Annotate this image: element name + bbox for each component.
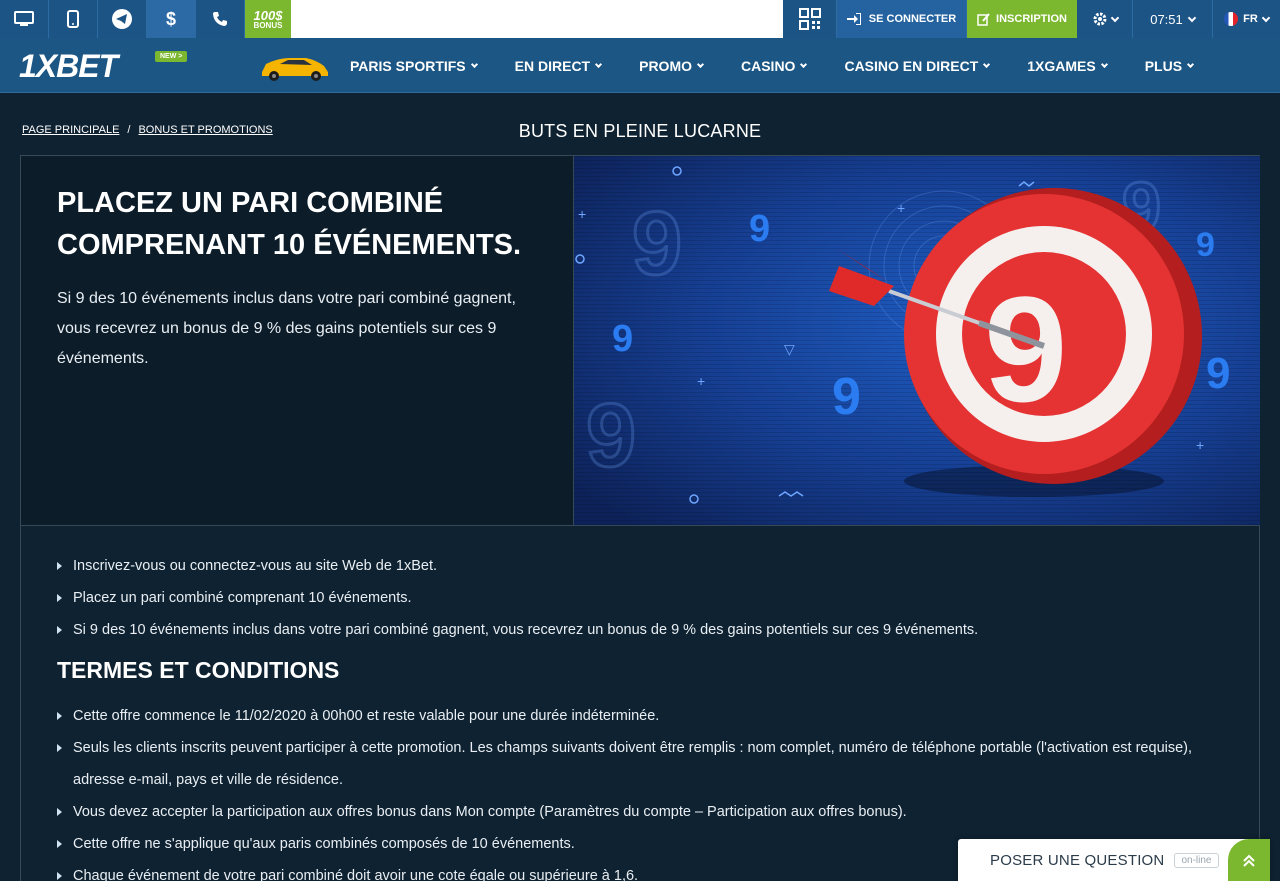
chevron-down-icon bbox=[1187, 60, 1195, 68]
nav-item-paris-sportifs[interactable]: PARIS SPORTIFS bbox=[350, 57, 478, 74]
terms-title: TERMES ET CONDITIONS bbox=[57, 657, 340, 683]
nav-item-en-direct[interactable]: EN DIRECT bbox=[514, 57, 603, 74]
svg-text:9: 9 bbox=[586, 386, 636, 486]
svg-text:9: 9 bbox=[749, 208, 770, 250]
telegram-icon[interactable] bbox=[98, 0, 147, 38]
expand-chat-button[interactable] bbox=[1228, 839, 1270, 881]
svg-text:+: + bbox=[1196, 437, 1204, 453]
hero-dartboard-image: 9 9 9 9 9 9 9 9 + + + + ▽ 9 bbox=[574, 156, 1260, 526]
settings-button[interactable] bbox=[1077, 0, 1133, 38]
nav-item-label: PLUS bbox=[1144, 57, 1183, 74]
nav-item-label: CASINO EN DIRECT bbox=[844, 57, 979, 74]
nav-item-1xgames[interactable]: 1XGAMES bbox=[1027, 57, 1108, 74]
bonus-amount: 100$ bbox=[253, 7, 283, 23]
login-label: SE CONNECTER bbox=[868, 13, 957, 25]
list-item: Si 9 des 10 événements inclus dans votre… bbox=[57, 614, 1237, 646]
nav-item-casino[interactable]: CASINO bbox=[741, 57, 808, 74]
phone-icon[interactable] bbox=[196, 0, 245, 38]
nav-item-casino-en-direct[interactable]: CASINO EN DIRECT bbox=[844, 57, 991, 74]
online-status-badge: on-line bbox=[1174, 852, 1219, 868]
signup-button[interactable]: INSCRIPTION bbox=[967, 0, 1077, 38]
breadcrumb-section-link[interactable]: BONUS ET PROMOTIONS bbox=[138, 124, 272, 136]
nav-item-plus[interactable]: PLUS bbox=[1144, 57, 1195, 74]
svg-text:+: + bbox=[697, 373, 705, 389]
bonus-button[interactable]: 100$ BONUS bbox=[245, 0, 291, 38]
chevron-down-icon bbox=[595, 60, 603, 68]
nav-item-label: PARIS SPORTIFS bbox=[350, 57, 466, 74]
chevron-down-icon bbox=[1187, 13, 1197, 22]
edit-icon bbox=[977, 12, 990, 26]
chevron-down-icon bbox=[470, 60, 478, 68]
chevron-down-icon bbox=[696, 60, 705, 68]
desktop-icon[interactable] bbox=[0, 0, 49, 38]
ask-question-label: POSER UNE QUESTION bbox=[990, 851, 1165, 869]
list-item: Inscrivez-vous ou connectez-vous au site… bbox=[57, 550, 1237, 582]
promo-content-box: PLACEZ UN PARI COMBINÉ COMPRENANT 10 ÉVÉ… bbox=[20, 155, 1260, 881]
logo[interactable]: 1XBET bbox=[19, 48, 118, 85]
svg-text:9: 9 bbox=[1206, 349, 1230, 398]
dollar-icon[interactable]: $ bbox=[147, 0, 196, 38]
ask-question-widget[interactable]: POSER UNE QUESTION on-line bbox=[958, 839, 1270, 881]
svg-text:9: 9 bbox=[1196, 226, 1215, 264]
breadcrumb: PAGE PRINCIPALE / BONUS ET PROMOTIONS bbox=[22, 124, 273, 136]
breadcrumb-separator: / bbox=[127, 124, 131, 136]
mobile-icon[interactable] bbox=[49, 0, 98, 38]
chevron-down-icon bbox=[800, 60, 808, 68]
hero-title: PLACEZ UN PARI COMBINÉ COMPRENANT 10 ÉVÉ… bbox=[57, 187, 522, 261]
chevron-down-icon bbox=[983, 60, 991, 68]
login-button[interactable]: SE CONNECTER bbox=[837, 0, 967, 38]
nav-menu: PARIS SPORTIFS EN DIRECT PROMO CASINO CA… bbox=[350, 38, 1231, 93]
list-item: Cette offre commence le 11/02/2020 à 00h… bbox=[57, 700, 1237, 732]
nav-item-label: EN DIRECT bbox=[514, 57, 591, 74]
list-item: Seuls les clients inscrits peuvent parti… bbox=[57, 732, 1237, 796]
qr-code-icon[interactable] bbox=[783, 0, 837, 38]
chevron-up-double-icon bbox=[1243, 854, 1255, 867]
main-nav: 1XBET NEW > PARIS SPORTIFS EN DIRECT PRO… bbox=[0, 38, 1280, 93]
svg-text:9: 9 bbox=[632, 194, 682, 294]
new-badge[interactable]: NEW > bbox=[155, 51, 188, 62]
car-icon[interactable] bbox=[258, 50, 332, 82]
steps-list: Inscrivez-vous ou connectez-vous au site… bbox=[57, 550, 1237, 646]
clock-time: 07:51 bbox=[1150, 11, 1183, 27]
nav-item-label: 1XGAMES bbox=[1027, 57, 1096, 74]
language-selector[interactable]: FR bbox=[1213, 0, 1280, 38]
time-selector[interactable]: 07:51 bbox=[1133, 0, 1213, 38]
chevron-down-icon bbox=[1100, 60, 1108, 68]
login-icon bbox=[846, 13, 861, 25]
topbar-blank-area bbox=[291, 0, 783, 38]
svg-text:9: 9 bbox=[832, 368, 861, 426]
svg-text:+: + bbox=[897, 200, 905, 216]
chevron-down-icon bbox=[1261, 13, 1271, 22]
list-item: Vous devez accepter la participation aux… bbox=[57, 796, 1237, 828]
chevron-down-icon bbox=[1110, 13, 1119, 22]
top-bar: $ 100$ BONUS SE CONNECTER INSCRIPTION 07… bbox=[0, 0, 1280, 38]
hero-text-panel: PLACEZ UN PARI COMBINÉ COMPRENANT 10 ÉVÉ… bbox=[21, 156, 574, 526]
nav-item-label: PROMO bbox=[639, 57, 692, 74]
svg-text:+: + bbox=[578, 206, 586, 222]
language-code: FR bbox=[1243, 13, 1258, 25]
breadcrumb-home-link[interactable]: PAGE PRINCIPALE bbox=[22, 124, 119, 136]
svg-text:9: 9 bbox=[984, 265, 1067, 433]
gear-icon bbox=[1093, 12, 1106, 26]
hero-description: Si 9 des 10 événements inclus dans votre… bbox=[57, 290, 516, 367]
svg-text:▽: ▽ bbox=[784, 341, 795, 357]
svg-text:9: 9 bbox=[612, 318, 633, 360]
france-flag-icon bbox=[1224, 12, 1239, 26]
signup-label: INSCRIPTION bbox=[996, 13, 1067, 25]
nav-item-promo[interactable]: PROMO bbox=[639, 57, 705, 74]
bonus-label: BONUS bbox=[253, 20, 283, 30]
nav-item-label: CASINO bbox=[741, 57, 796, 74]
list-item: Placez un pari combiné comprenant 10 évé… bbox=[57, 582, 1237, 614]
